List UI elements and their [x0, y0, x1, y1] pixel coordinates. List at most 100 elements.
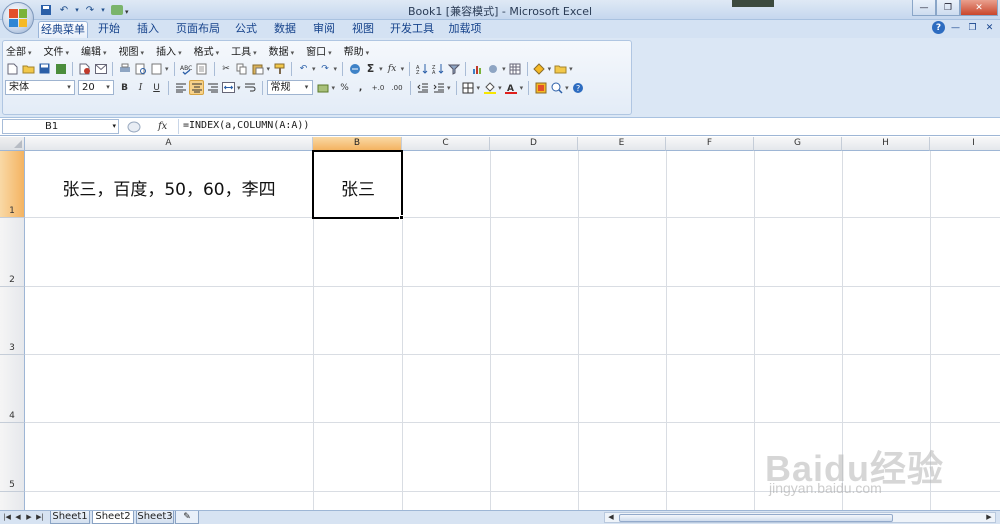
tab-insert[interactable]: 插入	[135, 21, 161, 38]
office-button[interactable]	[2, 2, 34, 34]
print-preview-icon[interactable]	[133, 61, 148, 76]
format-painter-icon[interactable]	[272, 61, 287, 76]
column-header-c[interactable]: C	[402, 137, 490, 151]
currency-icon[interactable]	[316, 80, 331, 95]
save-toolbar-icon[interactable]	[37, 61, 52, 76]
insert-function-icon[interactable]: fx	[385, 61, 400, 76]
comma-button[interactable]: ,	[353, 80, 368, 95]
row-header-5[interactable]: 5	[0, 423, 25, 492]
insert-function-fx-icon[interactable]: fx	[158, 121, 167, 132]
wrap-text-icon[interactable]	[243, 80, 258, 95]
research-icon[interactable]	[195, 61, 210, 76]
tab-view[interactable]: 视图	[350, 21, 376, 38]
prev-sheet-icon[interactable]: ◀	[13, 512, 23, 523]
menu-window[interactable]: 窗口 ▾	[303, 43, 335, 58]
highlight-icon[interactable]	[532, 61, 547, 76]
minimize-button[interactable]: —	[912, 0, 936, 16]
tab-review[interactable]: 审阅	[311, 21, 337, 38]
help-icon[interactable]: ?	[932, 21, 945, 34]
formula-input[interactable]: =INDEX(a,COLUMN(A:A))	[178, 119, 309, 134]
row-header-6[interactable]	[0, 492, 25, 510]
fill-handle[interactable]	[399, 215, 404, 220]
chart-icon[interactable]	[470, 61, 485, 76]
font-name-select[interactable]: 宋体 ▾	[5, 80, 75, 95]
tab-home[interactable]: 开始	[96, 21, 122, 38]
column-header-h[interactable]: H	[842, 137, 930, 151]
print-pdf-icon[interactable]	[77, 61, 92, 76]
close-button[interactable]: ✕	[960, 0, 998, 16]
tab-add-ins[interactable]: 加载项	[447, 21, 483, 38]
menu-file[interactable]: 文件 ▾	[41, 43, 73, 58]
decrease-indent-icon[interactable]	[415, 80, 430, 95]
menu-tools[interactable]: 工具 ▾	[228, 43, 260, 58]
help-toolbar-icon[interactable]: ?	[571, 80, 586, 95]
paste-icon[interactable]	[251, 61, 266, 76]
autosum-icon[interactable]: Σ	[363, 61, 378, 76]
menu-format[interactable]: 格式 ▾	[191, 43, 223, 58]
column-header-b[interactable]: B	[313, 137, 402, 151]
align-left-icon[interactable]	[173, 80, 188, 95]
column-header-i[interactable]: I	[930, 137, 1000, 151]
row-header-1[interactable]: 1	[0, 151, 25, 218]
select-all-button[interactable]	[0, 137, 25, 151]
doc-minimize-icon[interactable]: —	[949, 21, 962, 34]
tab-formulas[interactable]: 公式	[233, 21, 259, 38]
bold-button[interactable]: B	[117, 80, 132, 95]
table-icon[interactable]	[508, 61, 523, 76]
redo-toolbar-icon[interactable]: ↷	[318, 61, 333, 76]
zoom-icon[interactable]	[549, 80, 564, 95]
email-icon[interactable]	[93, 61, 108, 76]
sheet-tab-sheet1[interactable]: Sheet1	[50, 511, 90, 524]
hyperlink-icon[interactable]	[347, 61, 362, 76]
copy-icon[interactable]	[235, 61, 250, 76]
column-header-d[interactable]: D	[490, 137, 578, 151]
scroll-left-icon[interactable]: ◀	[605, 513, 617, 522]
scrollbar-thumb[interactable]	[619, 514, 893, 522]
column-header-f[interactable]: F	[666, 137, 754, 151]
row-header-2[interactable]: 2	[0, 218, 25, 287]
column-header-e[interactable]: E	[578, 137, 666, 151]
sheet-tab-sheet3[interactable]: Sheet3	[136, 511, 174, 524]
horizontal-scrollbar[interactable]: ◀ ▶	[604, 512, 996, 523]
doc-close-icon[interactable]: ✕	[983, 21, 996, 34]
new-icon[interactable]	[5, 61, 20, 76]
sheet-tab-sheet2[interactable]: Sheet2	[92, 511, 134, 524]
name-box[interactable]: B1 ▾	[2, 119, 119, 134]
print-icon[interactable]	[117, 61, 132, 76]
increase-decimal-button[interactable]: +.0	[369, 80, 387, 95]
align-right-icon[interactable]	[205, 80, 220, 95]
align-center-icon[interactable]	[189, 80, 204, 95]
folder-icon[interactable]	[553, 61, 568, 76]
row-header-4[interactable]: 4	[0, 355, 25, 423]
menu-data[interactable]: 数据 ▾	[266, 43, 298, 58]
menu-view[interactable]: 视图 ▾	[116, 43, 148, 58]
column-header-g[interactable]: G	[754, 137, 842, 151]
conditional-format-icon[interactable]	[533, 80, 548, 95]
tab-developer[interactable]: 开发工具	[389, 21, 435, 38]
font-size-select[interactable]: 20 ▾	[78, 80, 114, 95]
tab-data[interactable]: 数据	[272, 21, 298, 38]
drawing-icon[interactable]	[486, 61, 501, 76]
column-header-a[interactable]: A	[25, 137, 313, 151]
decrease-decimal-button[interactable]: .00	[388, 80, 406, 95]
doc-restore-icon[interactable]: ❐	[966, 21, 979, 34]
increase-indent-icon[interactable]	[431, 80, 446, 95]
tab-page-layout[interactable]: 页面布局	[175, 21, 221, 38]
spelling-icon[interactable]: ABC	[179, 61, 194, 76]
open-icon[interactable]	[21, 61, 36, 76]
fill-color-icon[interactable]	[482, 80, 497, 95]
restore-button[interactable]: ❐	[936, 0, 960, 16]
number-format-select[interactable]: 常规 ▾	[266, 80, 313, 95]
italic-button[interactable]: I	[133, 80, 148, 95]
formula-bar-expand-icon[interactable]	[127, 121, 141, 133]
percent-button[interactable]: %	[337, 80, 352, 95]
font-color-icon[interactable]: A	[504, 80, 519, 95]
merge-center-icon[interactable]	[221, 80, 236, 95]
menu-help[interactable]: 帮助 ▾	[341, 43, 373, 58]
page-setup-icon[interactable]	[149, 61, 164, 76]
menu-all[interactable]: 全部 ▾	[3, 43, 35, 58]
first-sheet-icon[interactable]: |◀	[2, 512, 12, 523]
sort-descending-icon[interactable]: ZA	[430, 61, 445, 76]
undo-toolbar-icon[interactable]: ↶	[296, 61, 311, 76]
cell-a1[interactable]: 张三，百度，50，60，李四	[26, 175, 312, 200]
